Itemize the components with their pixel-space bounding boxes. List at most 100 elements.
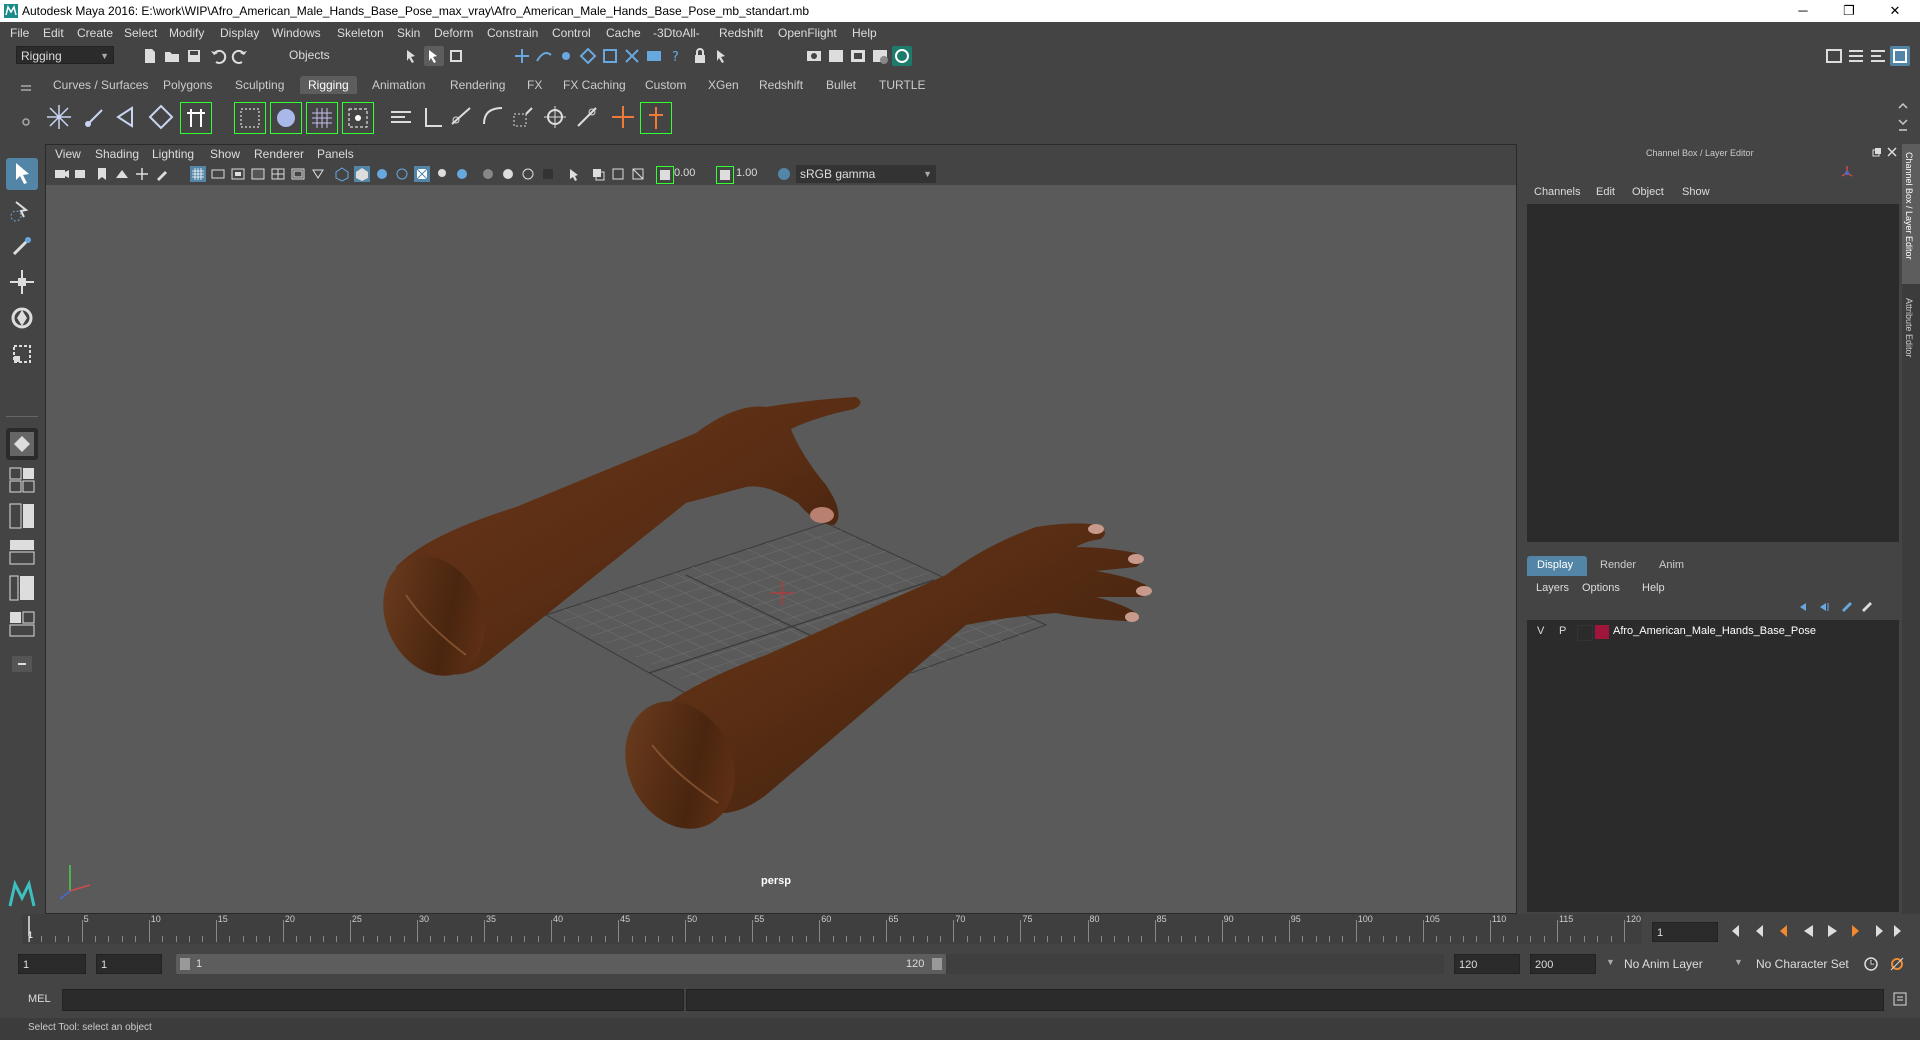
vp-menu-renderer[interactable]: Renderer [254,147,304,161]
close-button[interactable]: ✕ [1872,0,1918,22]
two-view-layout-icon[interactable] [6,500,38,532]
view-transform-dropdown[interactable]: sRGB gamma ▼ [796,165,936,183]
vp-menu-view[interactable]: View [55,147,81,161]
save-scene-icon[interactable] [184,46,204,66]
move-tool-icon[interactable] [6,266,38,298]
layer-row[interactable]: V P Afro_American_Male_Hands_Base_Pose [1529,622,1897,642]
ambient-occlusion-icon[interactable] [480,166,496,182]
viewport-canvas[interactable]: persp [46,185,1516,913]
snap-view-icon[interactable] [578,46,598,66]
character-set-dropdown[interactable]: No Character Set [1752,954,1862,974]
tool-settings-toggle-icon[interactable] [1868,46,1888,66]
range-track[interactable] [946,954,1444,974]
tab-animation[interactable]: Animation [372,78,425,92]
gamma-value[interactable]: 1.00 [736,167,757,179]
tab-rendering[interactable]: Rendering [450,78,505,92]
use-all-lights-icon[interactable] [434,166,450,182]
redo-icon[interactable] [230,46,250,66]
joint-tool-icon[interactable] [44,102,74,132]
move-layer-down-icon[interactable] [1818,600,1832,614]
menu-edit[interactable]: Edit [43,26,64,40]
gamma-icon[interactable] [716,166,734,184]
wireframe-icon[interactable] [334,166,350,182]
hypershade-icon[interactable] [892,46,912,66]
scene-render[interactable] [46,185,1516,913]
range-slider[interactable]: 1 120 [176,954,946,974]
menu-constrain[interactable]: Constrain [487,26,538,40]
four-view-layout-icon[interactable] [6,464,38,496]
range-start-handle[interactable] [180,958,190,970]
smooth-bind-icon[interactable] [270,102,302,134]
minimize-button[interactable]: ─ [1780,0,1826,22]
menu-skin[interactable]: Skin [397,26,420,40]
paint-weights-icon[interactable] [386,102,416,132]
lasso-tool-icon[interactable] [6,194,38,226]
grid-toggle-icon[interactable] [190,166,206,182]
layer-visibility-toggle[interactable]: V [1537,625,1544,637]
scale-tool-icon[interactable] [6,338,38,370]
select-tool-icon[interactable] [6,158,38,190]
mel-input[interactable] [62,989,684,1011]
le-menu-layers[interactable]: Layers [1536,582,1569,594]
motion-blur-icon[interactable] [500,166,516,182]
snap-grid-icon[interactable] [512,46,532,66]
wireframe-on-shaded-icon[interactable] [394,166,410,182]
close-panel-icon[interactable] [1886,146,1898,158]
color-management-icon[interactable] [776,166,792,182]
mirror-joint-icon[interactable] [112,102,142,132]
lattice-icon[interactable] [306,102,338,134]
xray-icon[interactable] [590,166,606,182]
render-frame-icon[interactable] [804,46,824,66]
pick-mask-icon[interactable] [712,46,732,66]
menu-display[interactable]: Display [220,26,259,40]
cb-menu-channels[interactable]: Channels [1534,186,1580,198]
grease-pencil-icon[interactable] [154,166,170,182]
playback-end-field[interactable]: 120 [1454,954,1520,974]
scale-constraint-icon[interactable] [508,102,538,132]
new-empty-layer-icon[interactable] [1840,600,1854,614]
menu-help[interactable]: Help [852,26,877,40]
hypershade-layout-icon[interactable] [6,608,38,640]
attribute-editor-toggle-icon[interactable] [1846,46,1866,66]
cb-menu-object[interactable]: Object [1632,186,1664,198]
film-gate-icon[interactable] [210,166,226,182]
menu-file[interactable]: File [10,26,29,40]
tab-custom[interactable]: Custom [645,78,686,92]
xray-components-icon[interactable] [630,166,646,182]
channel-box-area[interactable] [1527,204,1899,542]
bookmark-icon[interactable] [94,166,110,182]
single-perspective-layout-icon[interactable] [6,428,38,460]
snap-surface-icon[interactable] [600,46,620,66]
le-menu-help[interactable]: Help [1642,582,1665,594]
cmd-language-label[interactable]: MEL [28,993,51,1005]
ik-handle-icon[interactable] [180,102,212,134]
shelf-scroll-icon[interactable] [1896,100,1910,136]
tab-sculpting[interactable]: Sculpting [235,78,284,92]
render-settings-icon[interactable] [870,46,890,66]
menu-create[interactable]: Create [77,26,113,40]
shadows-icon[interactable] [454,166,470,182]
new-scene-icon[interactable] [140,46,160,66]
tab-fx[interactable]: FX [527,78,542,92]
open-scene-icon[interactable] [162,46,182,66]
animation-start-field[interactable]: 1 [18,954,86,974]
render-view-icon[interactable] [826,46,846,66]
snap-point-icon[interactable] [556,46,576,66]
tab-xgen[interactable]: XGen [708,78,739,92]
tab-curves-surfaces[interactable]: Curves / Surfaces [53,78,148,92]
make-live-icon[interactable] [622,46,642,66]
side-tab-attribute-editor[interactable]: Attribute Editor [1902,294,1920,394]
paint-select-icon[interactable] [6,230,38,262]
tab-turtle[interactable]: TURTLE [879,78,925,92]
default-material-icon[interactable] [374,166,390,182]
cluster-icon[interactable] [342,102,374,134]
chevron-down-icon[interactable]: ▼ [1606,957,1615,967]
menu-openflight[interactable]: OpenFlight [778,26,837,40]
auto-key-icon[interactable] [1862,955,1880,973]
vp-menu-lighting[interactable]: Lighting [152,147,194,161]
cb-menu-show[interactable]: Show [1682,186,1710,198]
aim-constraint-icon[interactable] [446,102,476,132]
manipulator-icon[interactable] [1840,164,1854,178]
depth-of-field-icon[interactable] [540,166,556,182]
tab-polygons[interactable]: Polygons [163,78,212,92]
